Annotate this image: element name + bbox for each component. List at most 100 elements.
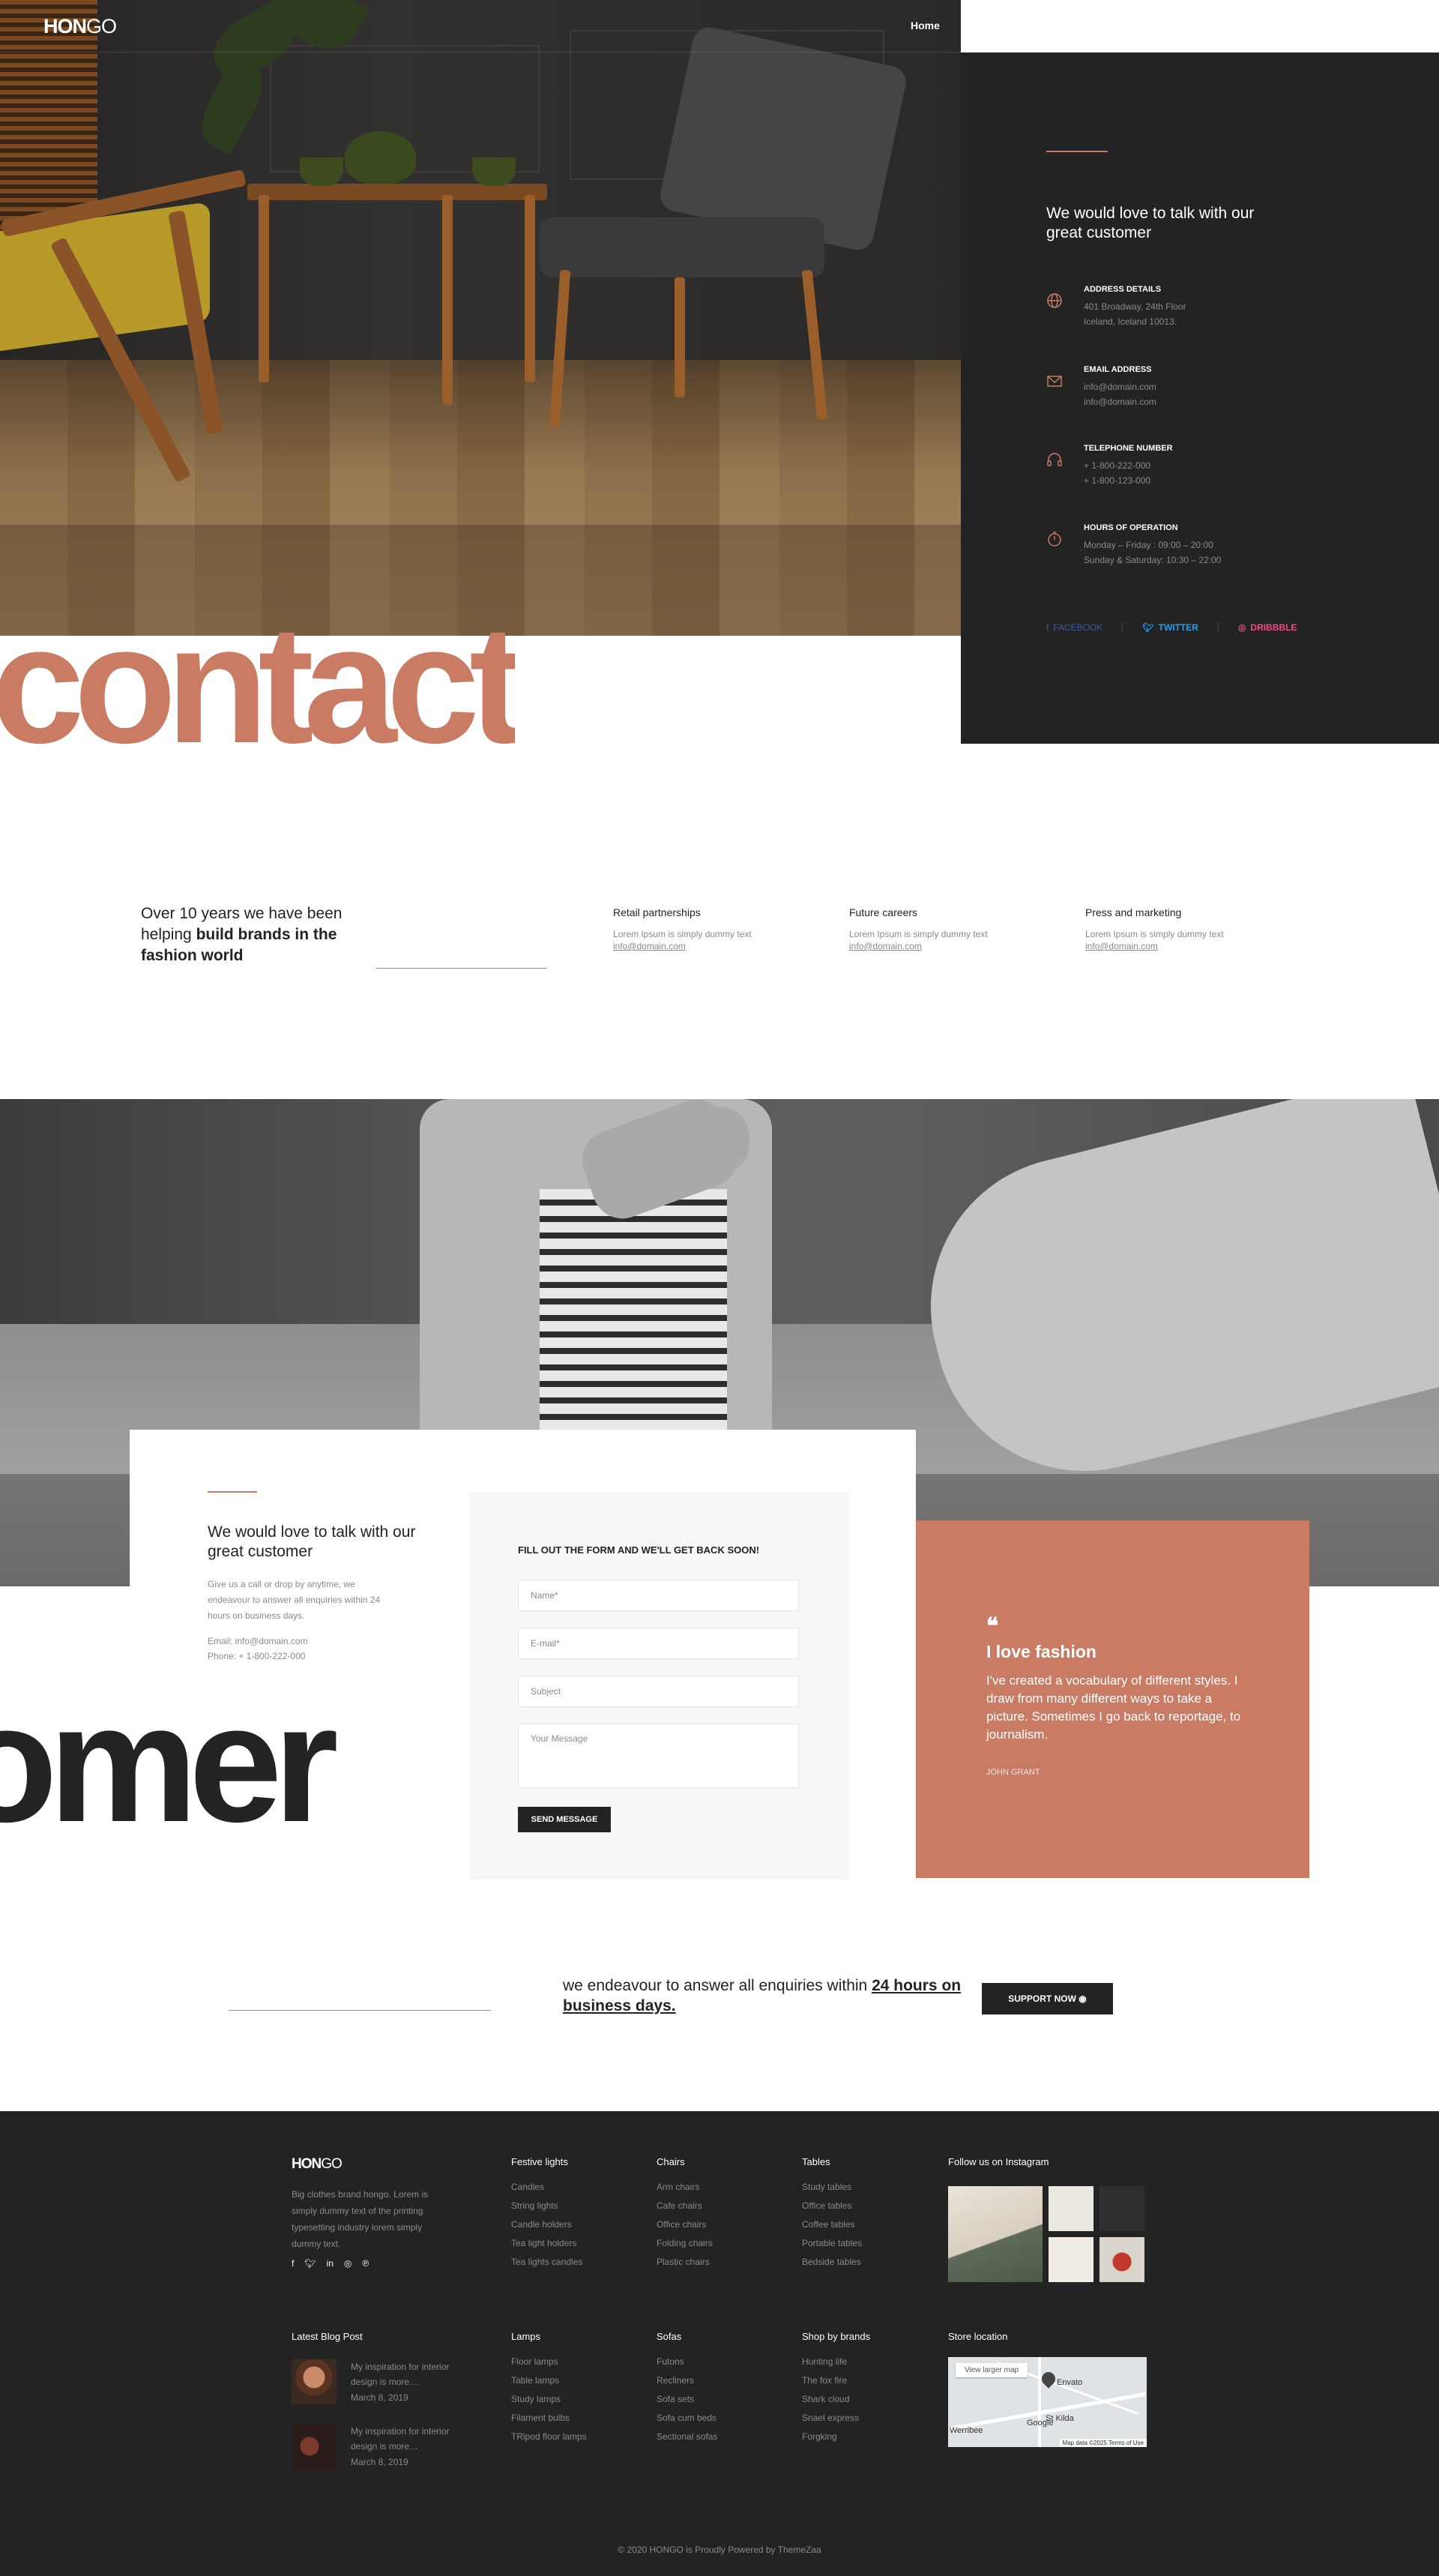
store-map[interactable]: View larger map Envato St Kilda Werribee… (948, 2357, 1147, 2447)
twitter-icon: 🐦︎ (1142, 622, 1154, 633)
nav-elements[interactable]: Elements (1183, 19, 1230, 34)
facebook-icon: f (1046, 622, 1049, 633)
map-label: Werribee (950, 2426, 983, 2435)
twitter-icon[interactable]: 🐦︎ (304, 2258, 316, 2269)
instagram-photo[interactable] (1099, 2186, 1144, 2231)
facebook-link[interactable]: f FACEBOOK (1046, 622, 1102, 633)
blog-thumbnail[interactable] (292, 2359, 337, 2404)
instagram-photo[interactable] (1049, 2186, 1093, 2231)
footer-link[interactable]: Floor lamps (511, 2353, 646, 2371)
footer-link[interactable]: Shark cloud (802, 2390, 937, 2409)
footer-link[interactable]: TRipod floor lamps (511, 2428, 646, 2446)
dribbble-link[interactable]: ◎ DRIBBBLE (1238, 622, 1297, 633)
footer-link[interactable]: Coffee tables (802, 2215, 937, 2234)
footer-column-title: Festive lights (511, 2156, 568, 2167)
footer-link[interactable]: Snael express (802, 2409, 937, 2428)
accent-line (1046, 151, 1108, 152)
social-links: f FACEBOOK 🐦︎ TWITTER ◎ DRIBBBLE (1046, 622, 1297, 633)
footer-link[interactable]: Folding chairs (657, 2234, 791, 2253)
email-line[interactable]: info@domain.com (1084, 397, 1156, 407)
cart-icon[interactable]: 0 (1375, 15, 1393, 30)
footer-column: Lamps Floor lamps Table lamps Study lamp… (511, 2331, 646, 2446)
blog-thumbnail[interactable] (292, 2424, 337, 2469)
view-larger-map-link[interactable]: View larger map (956, 2363, 1028, 2377)
pinterest-icon[interactable]: ℗ (362, 2258, 369, 2269)
nav-blog[interactable]: Blog (1131, 19, 1154, 34)
brand-column-desc: Lorem Ipsum is simply dummy text (849, 929, 988, 939)
nav-home[interactable]: Home (911, 19, 940, 34)
nav-features[interactable]: Features (1258, 19, 1302, 34)
subject-input[interactable]: Subject (518, 1676, 799, 1707)
footer-link[interactable]: Filament bulbs (511, 2409, 646, 2428)
facebook-icon[interactable]: f (292, 2258, 294, 2269)
footer-link[interactable]: The fox fire (802, 2371, 937, 2390)
footer-link[interactable]: Study tables (802, 2178, 937, 2197)
name-input[interactable]: Name* (518, 1580, 799, 1611)
footer-link[interactable]: Forgking (802, 2428, 937, 2446)
testimonial-heading: I love fashion (986, 1642, 1096, 1661)
search-icon[interactable] (1317, 18, 1329, 30)
testimonial-card: ❝ I love fashion I've created a vocabula… (916, 1520, 1309, 1878)
footer-link[interactable]: Candles (511, 2178, 646, 2197)
blog-post[interactable]: My inspiration for interior design is mo… (292, 2359, 449, 2404)
footer-link[interactable]: Office chairs (657, 2215, 791, 2234)
blog-post-title[interactable]: My inspiration for interior design is mo… (351, 2424, 471, 2454)
footer-link[interactable]: Tea lights candles (511, 2253, 646, 2272)
footer-link[interactable]: Sofa cum beds (657, 2409, 791, 2428)
email-input[interactable]: E-mail* (518, 1628, 799, 1659)
support-now-button[interactable]: SUPPORT NOW ◉ (982, 1983, 1113, 2014)
instagram-photo[interactable] (1099, 2237, 1144, 2282)
heart-icon[interactable] (1356, 18, 1368, 30)
stopwatch-icon (1046, 531, 1063, 547)
brand-column-title: Press and marketing (1085, 906, 1182, 918)
blog-post-title[interactable]: My inspiration for interior design is mo… (351, 2359, 471, 2389)
divider (1217, 622, 1219, 633)
phone-line[interactable]: + 1-800-222-000 (1084, 460, 1150, 471)
blog-post[interactable]: My inspiration for interior design is mo… (292, 2424, 449, 2469)
footer-link[interactable]: Cafe chairs (657, 2197, 791, 2215)
contact-form: FILL OUT THE FORM AND WE'LL GET BACK SOO… (469, 1492, 849, 1880)
message-textarea[interactable]: Your Message (518, 1724, 799, 1788)
linkedin-icon[interactable]: in (327, 2258, 334, 2269)
nav-pages[interactable]: Pages (1073, 19, 1103, 34)
map-label: Google (1027, 2419, 1054, 2428)
footer-link[interactable]: Tea light holders (511, 2234, 646, 2253)
send-message-button[interactable]: SEND MESSAGE (518, 1807, 611, 1832)
footer-column: Chairs Arm chairs Cafe chairs Office cha… (657, 2156, 791, 2272)
header-icons: 0 (1317, 15, 1393, 30)
footer-link[interactable]: Office tables (802, 2197, 937, 2215)
brand-intro: Over 10 years we have been helping build… (141, 905, 343, 964)
nav-sale[interactable]: Sale (1023, 19, 1045, 34)
email-line[interactable]: info@domain.com (1084, 382, 1156, 392)
footer-column: Shop by brands Hunting life The fox fire… (802, 2331, 937, 2446)
twitter-link[interactable]: 🐦︎ TWITTER (1142, 622, 1198, 633)
footer-link[interactable]: Study lamps (511, 2390, 646, 2409)
instagram-photo[interactable] (1049, 2237, 1093, 2282)
footer-link[interactable]: Arm chairs (657, 2178, 791, 2197)
brand-column-email[interactable]: info@domain.com (613, 941, 686, 951)
instagram-icon[interactable]: ◎ (344, 2258, 352, 2269)
footer-link[interactable]: Sectional sofas (657, 2428, 791, 2446)
footer-link[interactable]: Sofa sets (657, 2390, 791, 2409)
phone-line[interactable]: + 1-800-123-000 (1084, 475, 1150, 486)
footer-link[interactable]: Candle holders (511, 2215, 646, 2234)
footer-link[interactable]: Recliners (657, 2371, 791, 2390)
form-description: Give us a call or drop by anytime, we en… (208, 1579, 381, 1621)
footer-link[interactable]: Portable tables (802, 2234, 937, 2253)
cart-count-badge: 0 (1389, 15, 1393, 22)
footer-link[interactable]: Bedside tables (802, 2253, 937, 2272)
brand-column-email[interactable]: info@domain.com (849, 941, 922, 951)
footer-link[interactable]: Hunting life (802, 2353, 937, 2371)
instagram-photo[interactable] (948, 2186, 1043, 2282)
site-logo[interactable]: HONGO (43, 15, 117, 38)
footer-link[interactable]: Futons (657, 2353, 791, 2371)
site-header: HONGO Home Shop Sale Pages Blog Elements… (0, 0, 1439, 52)
user-icon[interactable] (1336, 18, 1348, 30)
footer-link[interactable]: Table lamps (511, 2371, 646, 2390)
brand-column-email[interactable]: info@domain.com (1085, 941, 1158, 951)
nav-shop[interactable]: Shop (968, 19, 995, 34)
form-heading: FILL OUT THE FORM AND WE'LL GET BACK SOO… (518, 1544, 760, 1556)
footer-link[interactable]: String lights (511, 2197, 646, 2215)
footer-logo[interactable]: HONGO (292, 2156, 343, 2173)
footer-link[interactable]: Plastic chairs (657, 2253, 791, 2272)
